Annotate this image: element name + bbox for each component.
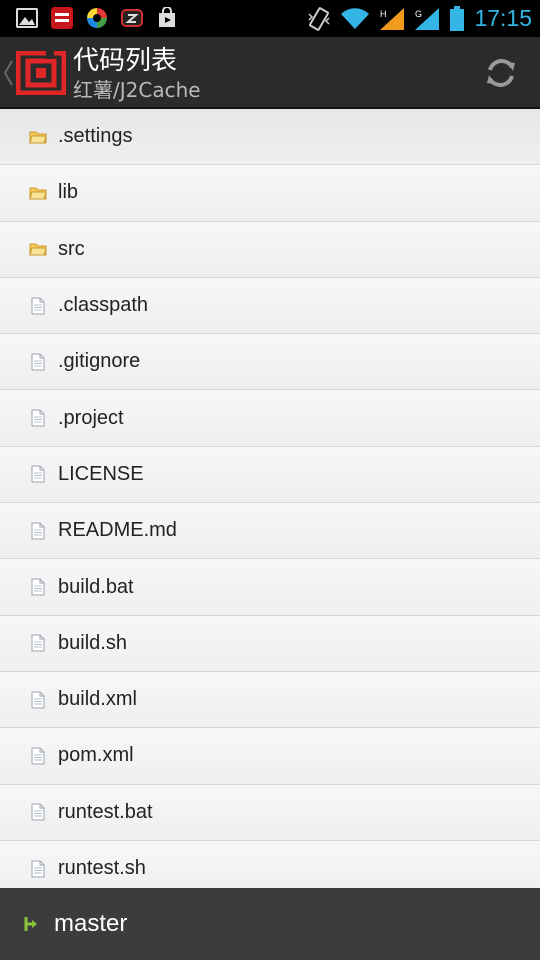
notification-icons [16, 7, 178, 29]
file-row[interactable]: .gitignore [0, 334, 540, 391]
file-row[interactable]: README.md [0, 503, 540, 560]
file-row[interactable]: build.bat [0, 559, 540, 616]
file-row[interactable]: pom.xml [0, 728, 540, 785]
zip-app-icon [121, 9, 143, 27]
file-icon [31, 860, 45, 877]
file-icon [31, 578, 45, 596]
vibrate-icon [308, 6, 330, 31]
file-name: .project [58, 406, 124, 429]
file-icon [31, 353, 45, 371]
file-icon [31, 691, 45, 709]
wifi-icon [341, 7, 370, 29]
system-icons: H G 17:15 [307, 5, 532, 32]
branch-name: master [54, 910, 128, 937]
file-name: runtest.sh [58, 857, 146, 879]
file-row[interactable]: runtest.sh [0, 840, 540, 888]
news-app-icon [51, 7, 73, 29]
file-icon [31, 803, 45, 821]
folder-icon [29, 243, 47, 256]
file-row[interactable]: build.xml [0, 671, 540, 729]
action-bar: 代码列表 红薯/J2Cache [0, 37, 540, 109]
file-name: lib [58, 181, 79, 204]
file-icon [31, 522, 45, 540]
folder-icon [29, 131, 47, 144]
folder-row[interactable]: .settings [0, 109, 540, 166]
file-name: README.md [58, 519, 177, 542]
file-name: build.sh [58, 631, 127, 654]
image-icon [16, 8, 38, 28]
file-list: .settings lib src .classpath .gitignore .proj… [0, 109, 540, 888]
play-store-icon [159, 7, 175, 27]
file-row[interactable]: .classpath [0, 277, 540, 335]
app-logo-icon[interactable] [16, 51, 66, 95]
file-row[interactable]: LICENSE [0, 446, 540, 504]
file-icon [31, 465, 45, 483]
file-icon [31, 747, 45, 765]
chevron-left-icon[interactable] [2, 59, 14, 87]
file-icon [31, 634, 45, 652]
svg-text:H: H [380, 9, 387, 19]
branch-bar[interactable]: master [0, 888, 540, 960]
file-name: LICENSE [58, 462, 144, 485]
browser-app-icon [87, 8, 107, 28]
file-name: .settings [58, 125, 133, 148]
clock: 17:15 [474, 5, 532, 31]
file-name: .gitignore [58, 350, 141, 373]
file-name: build.xml [58, 688, 137, 711]
signal-icon: H [380, 7, 405, 30]
file-name: pom.xml [58, 744, 134, 767]
file-row[interactable]: .project [0, 390, 540, 447]
repo-subtitle: 红薯/J2Cache [73, 78, 201, 102]
page-title: 代码列表 [73, 46, 178, 76]
refresh-icon[interactable] [482, 54, 520, 92]
folder-row[interactable]: src [0, 221, 540, 278]
file-name: .classpath [58, 294, 149, 317]
file-row[interactable]: build.sh [0, 615, 540, 672]
signal-icon: G [415, 7, 440, 30]
branch-icon [24, 917, 37, 931]
folder-row[interactable]: lib [0, 165, 540, 222]
battery-icon [450, 5, 465, 31]
status-bar: H G 17:15 [0, 0, 540, 37]
file-icon [31, 297, 45, 315]
file-name: runtest.bat [58, 800, 153, 823]
file-icon [31, 409, 45, 427]
svg-text:G: G [415, 9, 422, 19]
file-name: build.bat [58, 575, 134, 598]
file-name: src [58, 237, 85, 260]
folder-icon [29, 187, 47, 200]
file-row[interactable]: runtest.bat [0, 784, 540, 841]
